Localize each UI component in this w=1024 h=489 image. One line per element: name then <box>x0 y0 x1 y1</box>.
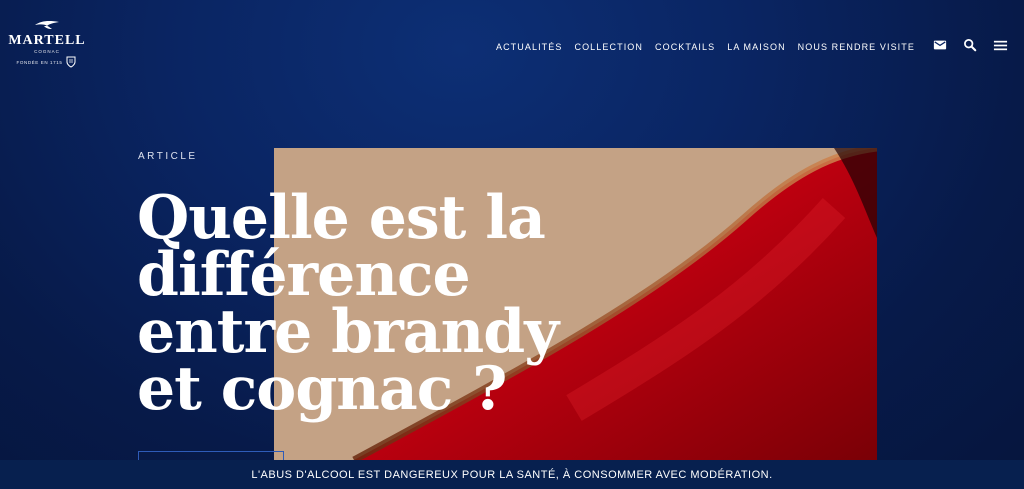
brand-founded: FONDÉE EN 1715 <box>16 59 63 65</box>
martell-logo[interactable]: MARTELL COGNAC FONDÉE EN 1715 <box>8 18 86 78</box>
alcohol-warning-text: L'ABUS D'ALCOOL EST DANGEREUX POUR LA SA… <box>251 468 773 481</box>
main-nav: ACTUALITÉS COLLECTION COCKTAILS LA MAISO… <box>496 40 915 54</box>
nav-item-cocktails[interactable]: COCKTAILS <box>655 42 715 52</box>
brand-subtitle: COGNAC <box>34 49 60 54</box>
article-category-label: ARTICLE <box>138 151 198 162</box>
nav-item-actualites[interactable]: ACTUALITÉS <box>496 42 563 52</box>
crest-icon <box>66 56 76 68</box>
header-icons <box>932 37 1008 53</box>
brand-name: MARTELL <box>8 33 86 48</box>
brand-founded-row: FONDÉE EN 1715 <box>17 56 78 68</box>
search-icon[interactable] <box>962 37 978 53</box>
swallow-emblem-icon <box>35 21 59 29</box>
menu-icon[interactable] <box>992 37 1008 53</box>
page-title: Quelle est la différence entre brandy et… <box>137 183 559 424</box>
nav-item-collection[interactable]: COLLECTION <box>574 42 643 52</box>
alcohol-warning-bar: L'ABUS D'ALCOOL EST DANGEREUX POUR LA SA… <box>0 460 1024 489</box>
mail-icon[interactable] <box>932 37 948 53</box>
nav-item-nous-rendre-visite[interactable]: NOUS RENDRE VISITE <box>798 42 915 52</box>
nav-item-la-maison[interactable]: LA MAISON <box>727 42 785 52</box>
